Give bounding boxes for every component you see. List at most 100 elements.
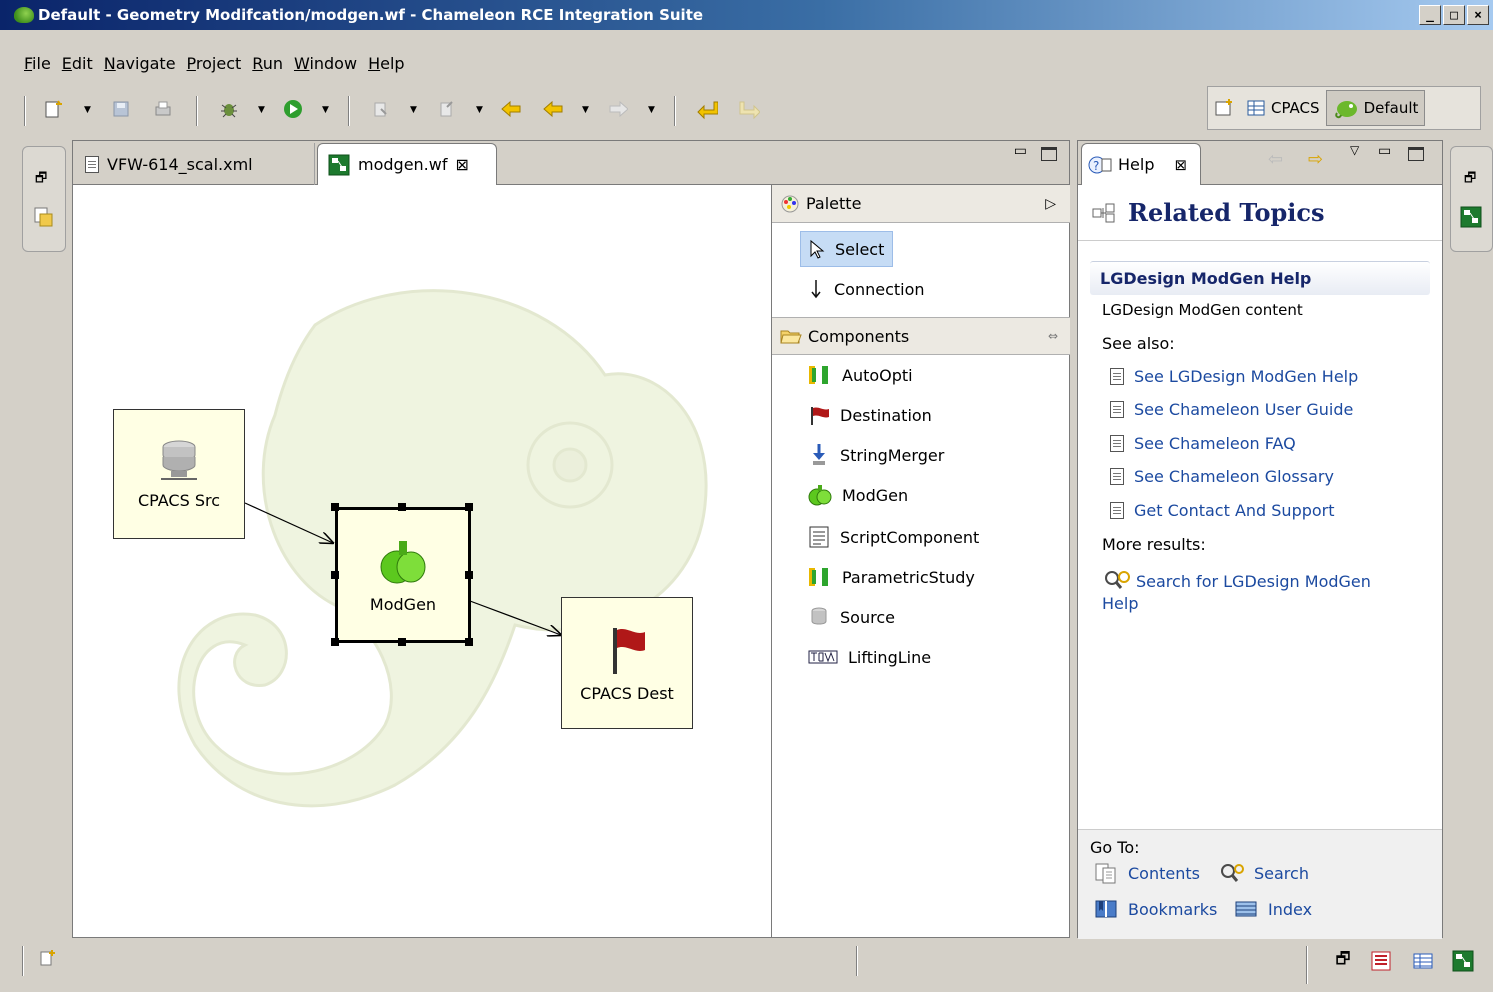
goto-contents-link[interactable]: Contents bbox=[1094, 862, 1200, 884]
back-icon[interactable] bbox=[542, 98, 564, 120]
selection-handle[interactable] bbox=[398, 503, 406, 511]
fast-view-icon[interactable] bbox=[38, 948, 58, 972]
node-cpacs-dest[interactable]: CPACS Dest bbox=[561, 597, 693, 729]
run-icon[interactable] bbox=[282, 98, 304, 120]
previous-annotation-icon[interactable] bbox=[436, 98, 458, 120]
selection-handle[interactable] bbox=[331, 638, 339, 646]
new-wizard-icon[interactable] bbox=[42, 98, 64, 120]
perspective-default[interactable]: Default bbox=[1325, 90, 1426, 126]
help-link-contact-support[interactable]: Get Contact And Support bbox=[1110, 501, 1335, 520]
menu-file[interactable]: File bbox=[24, 54, 62, 73]
close-help-tab-icon[interactable]: ⊠ bbox=[1174, 156, 1187, 174]
script-icon bbox=[809, 526, 829, 548]
related-topics-header: Related Topics bbox=[1078, 185, 1442, 241]
workflow-console-icon[interactable] bbox=[1450, 948, 1476, 974]
debug-dropdown-arrow-icon[interactable]: ▼ bbox=[258, 105, 265, 115]
tab-modgen-wf[interactable]: modgen.wf ⊠ bbox=[317, 143, 497, 185]
selection-handle[interactable] bbox=[398, 638, 406, 646]
help-back-icon[interactable]: ⇦ bbox=[1268, 149, 1283, 170]
menu-project[interactable]: Project bbox=[187, 54, 253, 73]
next-annotation-icon[interactable] bbox=[370, 98, 392, 120]
restore-views-icon[interactable]: 🗗 bbox=[1330, 948, 1356, 974]
palette-component-modgen[interactable]: ModGen bbox=[800, 477, 916, 513]
palette-tool-connection[interactable]: Connection bbox=[800, 271, 933, 307]
help-link-faq[interactable]: See Chameleon FAQ bbox=[1110, 434, 1296, 453]
back-dropdown-arrow-icon[interactable]: ▼ bbox=[582, 105, 589, 115]
properties-view-icon[interactable] bbox=[1410, 948, 1436, 974]
menu-window[interactable]: Window bbox=[294, 54, 368, 73]
selection-handle[interactable] bbox=[465, 503, 473, 511]
selection-handle[interactable] bbox=[331, 571, 339, 579]
view-menu-icon[interactable]: ▽ bbox=[1350, 143, 1359, 157]
palette-panel: Palette ▷ Select Connection Components ⇔… bbox=[771, 185, 1070, 937]
components-drawer-header[interactable]: Components ⇔ bbox=[772, 317, 1070, 355]
palette-tool-select[interactable]: Select bbox=[800, 231, 894, 267]
palette-component-source[interactable]: Source bbox=[800, 599, 903, 635]
palette-component-stringmerger[interactable]: StringMerger bbox=[800, 437, 952, 473]
menu-edit[interactable]: Edit bbox=[62, 54, 104, 73]
workflow-view-icon[interactable] bbox=[1459, 205, 1483, 233]
palette-component-autoopti[interactable]: AutoOpti bbox=[800, 357, 921, 393]
forward-dropdown-arrow-icon[interactable]: ▼ bbox=[648, 105, 655, 115]
maximize-view-icon[interactable] bbox=[1041, 147, 1057, 161]
print-icon[interactable] bbox=[152, 98, 174, 120]
restore-icon[interactable]: 🗗 bbox=[35, 169, 47, 191]
help-content-text: LGDesign ModGen content bbox=[1102, 301, 1303, 319]
goto-search-link[interactable]: Search bbox=[1218, 862, 1309, 884]
close-tab-icon[interactable]: ⊠ bbox=[455, 155, 468, 174]
package-explorer-icon[interactable] bbox=[31, 205, 55, 233]
next-annotation-dropdown-icon[interactable]: ▼ bbox=[410, 105, 417, 115]
help-forward-icon[interactable]: ⇨ bbox=[1308, 149, 1323, 170]
node-modgen-selected[interactable]: ModGen bbox=[335, 507, 471, 643]
tab-vfw-614-scal-xml[interactable]: VFW-614_scal.xml bbox=[75, 143, 315, 185]
menu-help[interactable]: Help bbox=[368, 54, 415, 73]
palette-header[interactable]: Palette ▷ bbox=[772, 185, 1070, 223]
menu-run[interactable]: Run bbox=[252, 54, 294, 73]
workflow-canvas[interactable]: CPACS Src ModGen CPACS Dest bbox=[75, 185, 769, 937]
help-tab-bar: ? Help ⊠ ⇦ ⇨ ▽ ▭ bbox=[1078, 141, 1442, 185]
save-icon[interactable] bbox=[110, 98, 132, 120]
open-folder-icon bbox=[780, 330, 802, 344]
palette-component-liftingline[interactable]: LiftingLine bbox=[800, 639, 939, 675]
help-link-modgen[interactable]: See LGDesign ModGen Help bbox=[1110, 367, 1358, 386]
last-edit-location-icon[interactable] bbox=[500, 98, 522, 120]
node-cpacs-src[interactable]: CPACS Src bbox=[113, 409, 245, 539]
goto-bookmarks-link[interactable]: Bookmarks bbox=[1094, 898, 1217, 920]
left-minimized-dock: 🗗 bbox=[22, 146, 66, 252]
palette-component-parametricstudy[interactable]: ParametricStudy bbox=[800, 559, 983, 595]
minimize-help-icon[interactable]: ▭ bbox=[1378, 143, 1391, 159]
selection-handle[interactable] bbox=[465, 571, 473, 579]
previous-annotation-dropdown-icon[interactable]: ▼ bbox=[476, 105, 483, 115]
hide-palette-icon[interactable]: ▷ bbox=[1045, 196, 1056, 212]
selection-handle[interactable] bbox=[465, 638, 473, 646]
debug-icon[interactable] bbox=[218, 98, 240, 120]
redo-icon[interactable] bbox=[738, 98, 760, 120]
minimize-button[interactable]: _ bbox=[1419, 5, 1441, 25]
help-link-user-guide[interactable]: See Chameleon User Guide bbox=[1110, 400, 1353, 419]
maximize-button[interactable]: □ bbox=[1443, 5, 1465, 25]
palette-component-destination[interactable]: Destination bbox=[800, 397, 940, 433]
run-dropdown-arrow-icon[interactable]: ▼ bbox=[322, 105, 329, 115]
selection-handle[interactable] bbox=[331, 503, 339, 511]
restore-icon[interactable]: 🗗 bbox=[1464, 169, 1476, 191]
new-dropdown-arrow-icon[interactable]: ▼ bbox=[84, 105, 91, 115]
help-search-result-link[interactable]: Search for LGDesign ModGen Help bbox=[1102, 571, 1402, 615]
maximize-help-icon[interactable] bbox=[1408, 147, 1424, 161]
open-perspective-button[interactable] bbox=[1208, 90, 1240, 126]
connection-modgen-to-dest[interactable] bbox=[469, 600, 561, 635]
menu-navigate[interactable]: Navigate bbox=[104, 54, 187, 73]
undo-icon[interactable] bbox=[696, 98, 718, 120]
palette-component-scriptcomponent[interactable]: ScriptComponent bbox=[800, 519, 987, 555]
help-link-glossary[interactable]: See Chameleon Glossary bbox=[1110, 467, 1334, 486]
goto-index-link[interactable]: Index bbox=[1234, 898, 1312, 920]
see-also-label: See also: bbox=[1102, 334, 1175, 353]
tab-help[interactable]: ? Help ⊠ bbox=[1081, 143, 1201, 185]
perspective-cpacs[interactable]: CPACS bbox=[1240, 90, 1326, 126]
pin-drawer-icon[interactable]: ⇔ bbox=[1048, 329, 1058, 343]
close-button[interactable]: × bbox=[1467, 5, 1489, 25]
connection-src-to-modgen[interactable] bbox=[244, 502, 333, 543]
forward-icon[interactable] bbox=[606, 98, 628, 120]
red-flag-icon bbox=[613, 627, 645, 674]
problems-view-icon[interactable] bbox=[1368, 948, 1394, 974]
minimize-view-icon[interactable]: ▭ bbox=[1014, 143, 1027, 159]
